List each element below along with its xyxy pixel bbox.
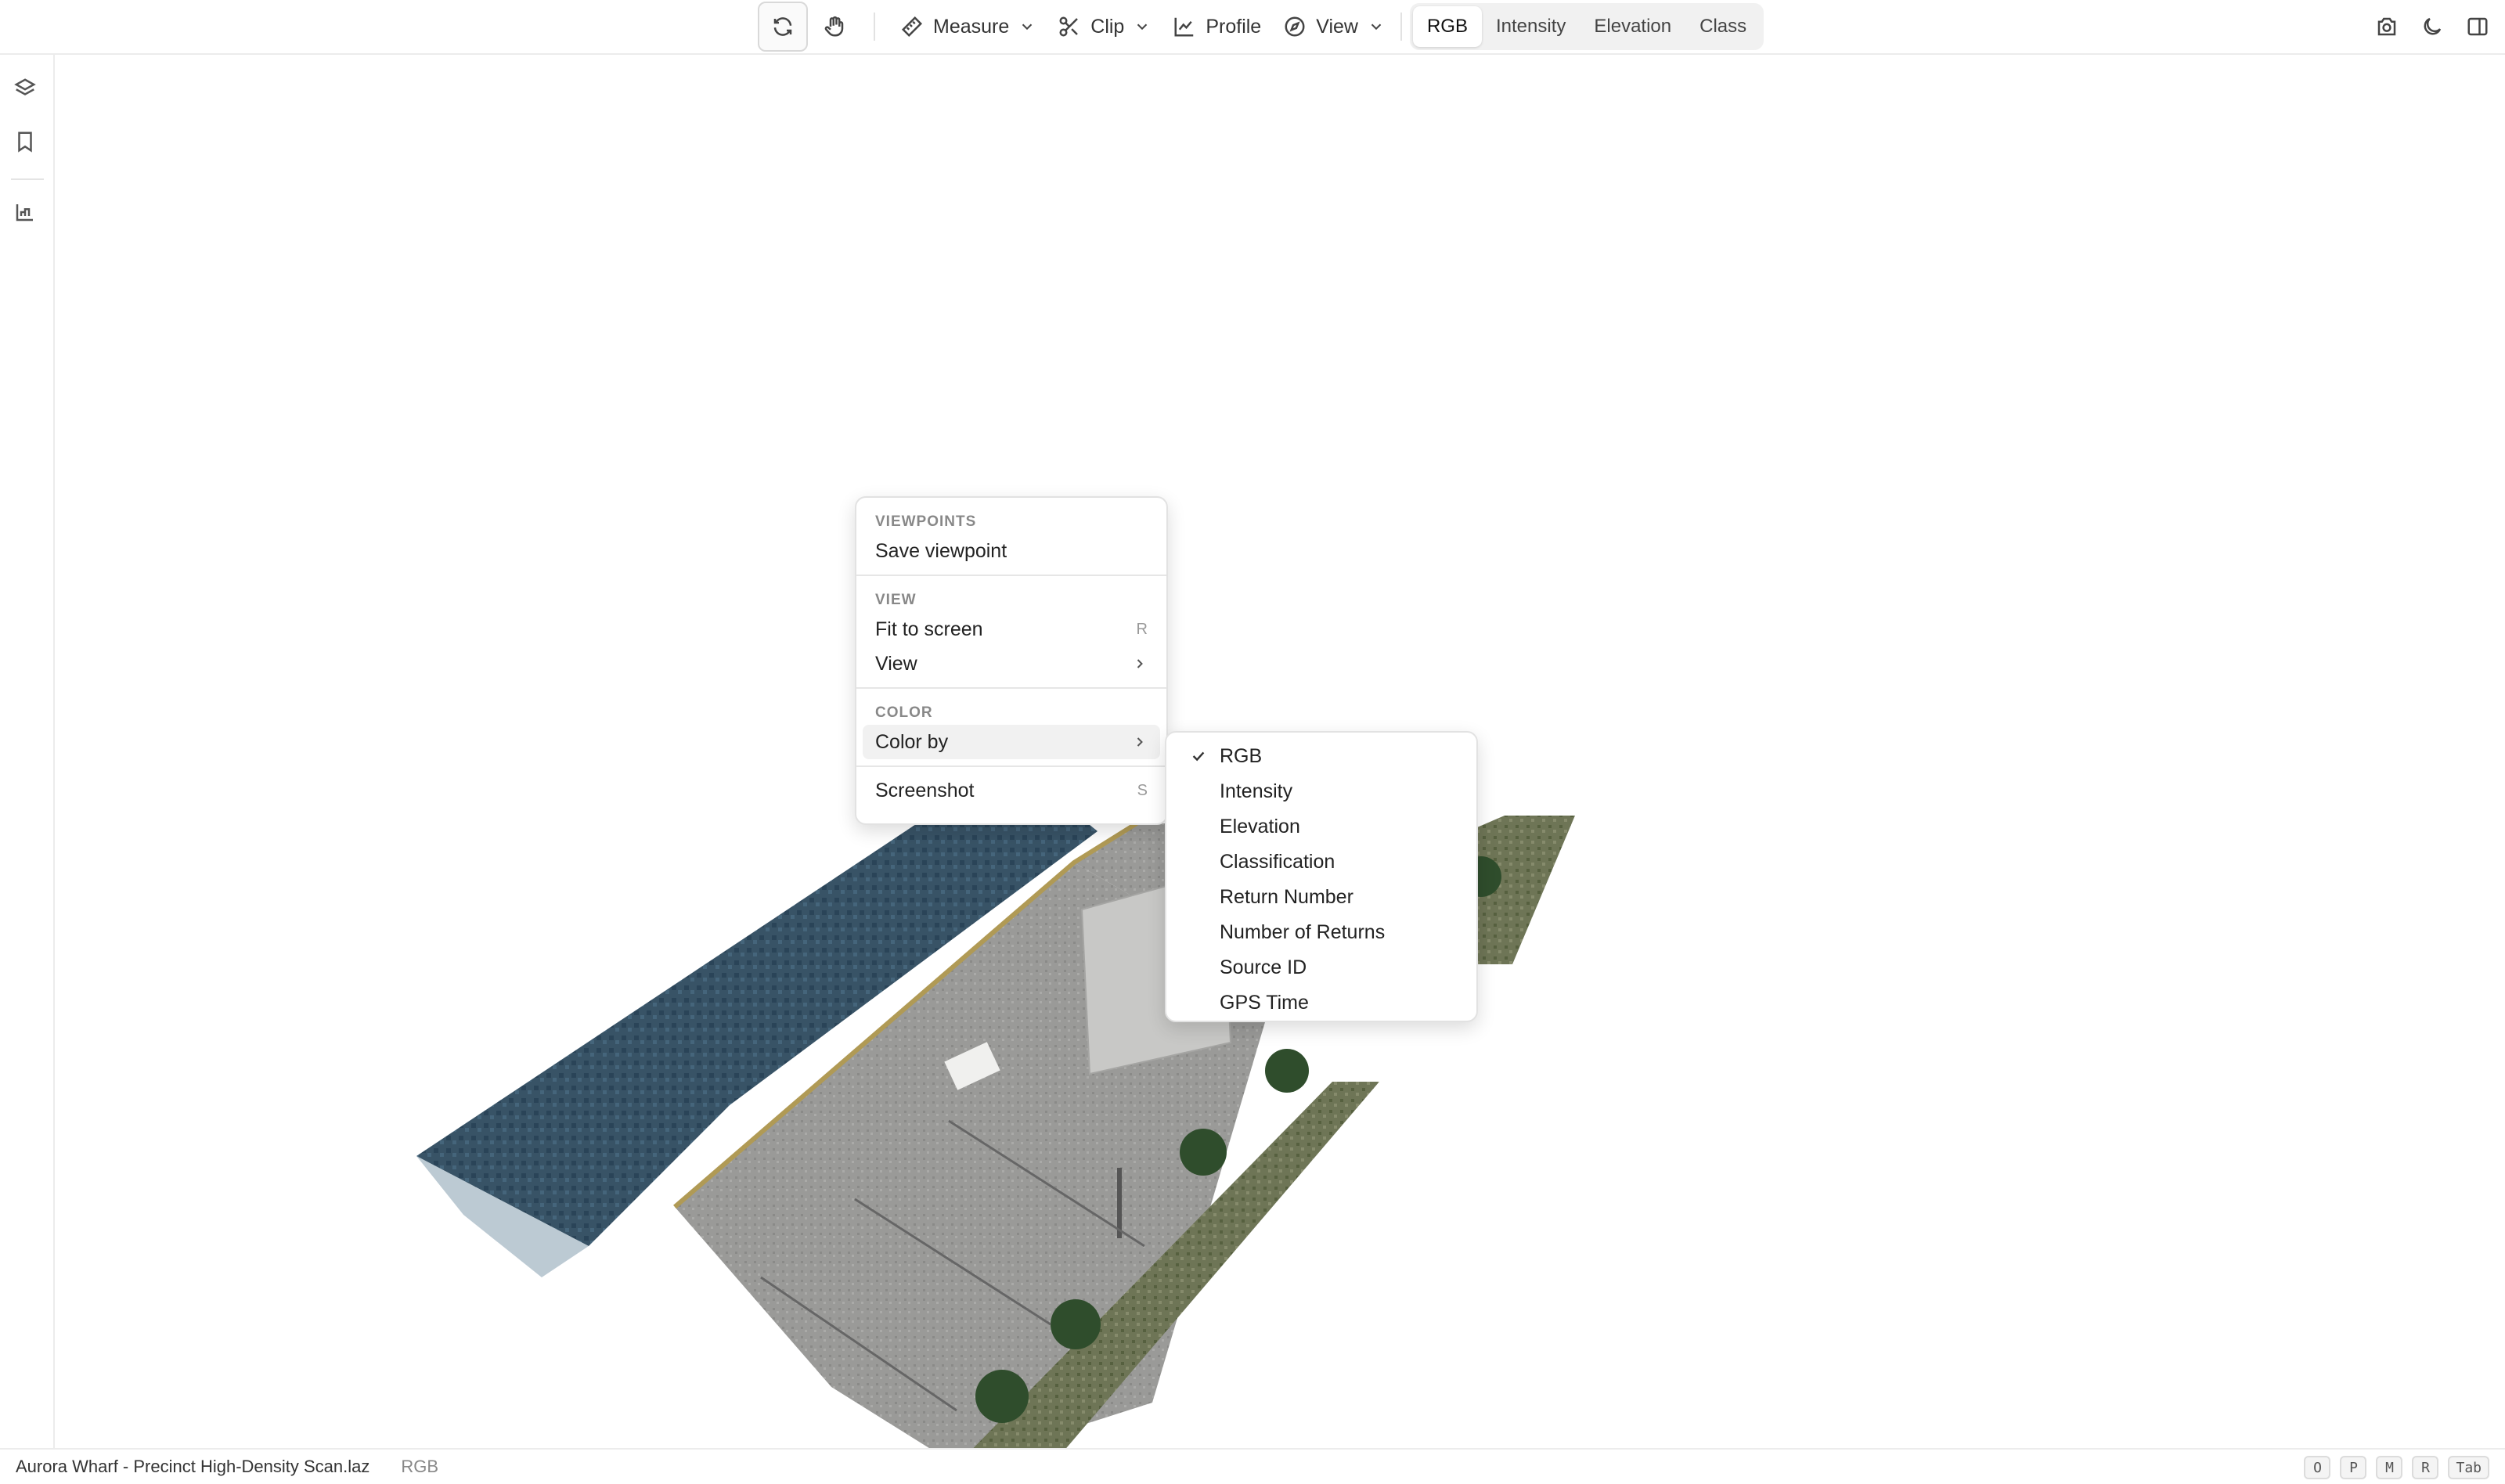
measure-label: Measure: [933, 15, 1010, 38]
menu-item-label: Color by: [875, 730, 949, 753]
context-menu: VIEWPOINTS Save viewpoint VIEW Fit to sc…: [855, 496, 1168, 825]
layers-icon: [14, 78, 36, 95]
toolbar-main: Measure Clip Profile View RGB Intensity …: [758, 2, 1764, 52]
menu-divider: [856, 687, 1166, 689]
submenu-item-label: Elevation: [1220, 816, 1300, 837]
key-hint-p: P: [2340, 1456, 2367, 1479]
menu-section-view: VIEW: [875, 592, 917, 608]
clip-label: Clip: [1090, 15, 1125, 38]
color-by-rgb[interactable]: RGB: [1173, 739, 1470, 774]
pan-tool-button[interactable]: [809, 2, 860, 52]
submenu-item-label: RGB: [1220, 745, 1263, 767]
menu-divider: [856, 765, 1166, 767]
chevron-down-icon: [1022, 23, 1033, 31]
compass-icon: [1285, 16, 1305, 37]
color-mode-class[interactable]: Class: [1685, 6, 1761, 47]
top-toolbar: Measure Clip Profile View RGB Intensity …: [0, 0, 2505, 55]
shortcut-hint: R: [1136, 620, 1148, 638]
key-hint-tab: Tab: [2448, 1456, 2489, 1479]
menu-divider: [856, 575, 1166, 576]
toolbar-right: [2375, 2, 2489, 52]
toolbar-divider: [874, 13, 875, 41]
color-by-source-id[interactable]: Source ID: [1173, 950, 1470, 985]
toolbar-divider: [1400, 13, 1402, 41]
status-bar: Aurora Wharf - Precinct High-Density Sca…: [0, 1448, 2505, 1484]
color-mode-rgb[interactable]: RGB: [1412, 6, 1482, 47]
chevron-down-icon: [1137, 23, 1148, 31]
color-mode-segmented-control: RGB Intensity Elevation Class: [1409, 3, 1764, 50]
hand-icon: [824, 16, 844, 37]
color-by-submenu: RGB Intensity Elevation Classification R…: [1165, 731, 1478, 1022]
chevron-right-icon: [1137, 737, 1143, 747]
submenu-item-label: Number of Returns: [1220, 921, 1386, 943]
chevron-right-icon: [1137, 659, 1143, 668]
scissors-icon: [1059, 16, 1079, 37]
moon-icon[interactable]: [2420, 15, 2444, 38]
orbit-tool-button[interactable]: [758, 2, 808, 52]
key-hint-m: M: [2376, 1456, 2403, 1479]
menu-item-label: Screenshot: [875, 779, 975, 801]
color-by-gps-time[interactable]: GPS Time: [1173, 985, 1470, 1021]
layers-button[interactable]: [13, 77, 41, 105]
menu-item-label: Fit to screen: [875, 618, 983, 640]
menu-item-label: Save viewpoint: [875, 539, 1007, 562]
submenu-item-label: Intensity: [1220, 780, 1293, 802]
left-rail: [0, 55, 55, 1448]
keyboard-hints: O P M R Tab: [2304, 1456, 2489, 1479]
shortcut-hint: S: [1137, 781, 1148, 799]
bookmark-icon: [18, 131, 32, 153]
menu-item-label: View: [875, 652, 917, 675]
tree: [1180, 1129, 1227, 1176]
menu-item-fit-to-screen[interactable]: Fit to screen R: [863, 612, 1160, 647]
view-label: View: [1316, 15, 1358, 38]
tree: [1051, 1299, 1101, 1349]
submenu-item-label: Classification: [1220, 851, 1335, 873]
orbit-icon: [773, 17, 792, 36]
menu-item-view[interactable]: View: [863, 647, 1160, 681]
profile-button[interactable]: Profile: [1162, 2, 1272, 52]
color-by-classification[interactable]: Classification: [1173, 845, 1470, 880]
profile-label: Profile: [1206, 15, 1262, 38]
check-icon: [1190, 747, 1207, 765]
bookmarks-button[interactable]: [13, 130, 41, 158]
status-color-mode: RGB: [401, 1457, 439, 1476]
view-dropdown-button[interactable]: View: [1272, 2, 1396, 52]
color-by-return-number[interactable]: Return Number: [1173, 880, 1470, 915]
menu-section-color: COLOR: [875, 704, 933, 721]
tree: [975, 1370, 1029, 1423]
measure-dropdown-button[interactable]: Measure: [889, 2, 1047, 52]
color-by-elevation[interactable]: Elevation: [1173, 809, 1470, 845]
color-mode-intensity[interactable]: Intensity: [1482, 6, 1580, 47]
menu-item-screenshot[interactable]: Screenshot S: [863, 773, 1160, 808]
tree: [1265, 1049, 1309, 1093]
color-by-intensity[interactable]: Intensity: [1173, 774, 1470, 809]
chart-icon: [16, 204, 33, 222]
submenu-item-label: Return Number: [1220, 886, 1353, 908]
key-hint-o: O: [2304, 1456, 2331, 1479]
submenu-item-label: Source ID: [1220, 956, 1307, 978]
camera-icon[interactable]: [2375, 15, 2399, 38]
menu-section-viewpoints: VIEWPOINTS: [875, 513, 977, 530]
chevron-down-icon: [1371, 23, 1382, 31]
rail-divider: [11, 178, 44, 180]
menu-item-color-by[interactable]: Color by: [863, 725, 1160, 759]
chart-panel-button[interactable]: [13, 200, 41, 229]
clip-dropdown-button[interactable]: Clip: [1047, 2, 1162, 52]
color-by-number-of-returns[interactable]: Number of Returns: [1173, 915, 1470, 950]
ruler-icon: [901, 16, 923, 38]
menu-item-save-viewpoint[interactable]: Save viewpoint: [863, 534, 1160, 568]
line-chart-icon: [1174, 17, 1194, 37]
submenu-item-label: GPS Time: [1220, 992, 1309, 1014]
color-mode-elevation[interactable]: Elevation: [1580, 6, 1685, 47]
sidebar-toggle-icon[interactable]: [2466, 15, 2489, 38]
status-file-name: Aurora Wharf - Precinct High-Density Sca…: [16, 1457, 370, 1476]
key-hint-r: R: [2412, 1456, 2439, 1479]
